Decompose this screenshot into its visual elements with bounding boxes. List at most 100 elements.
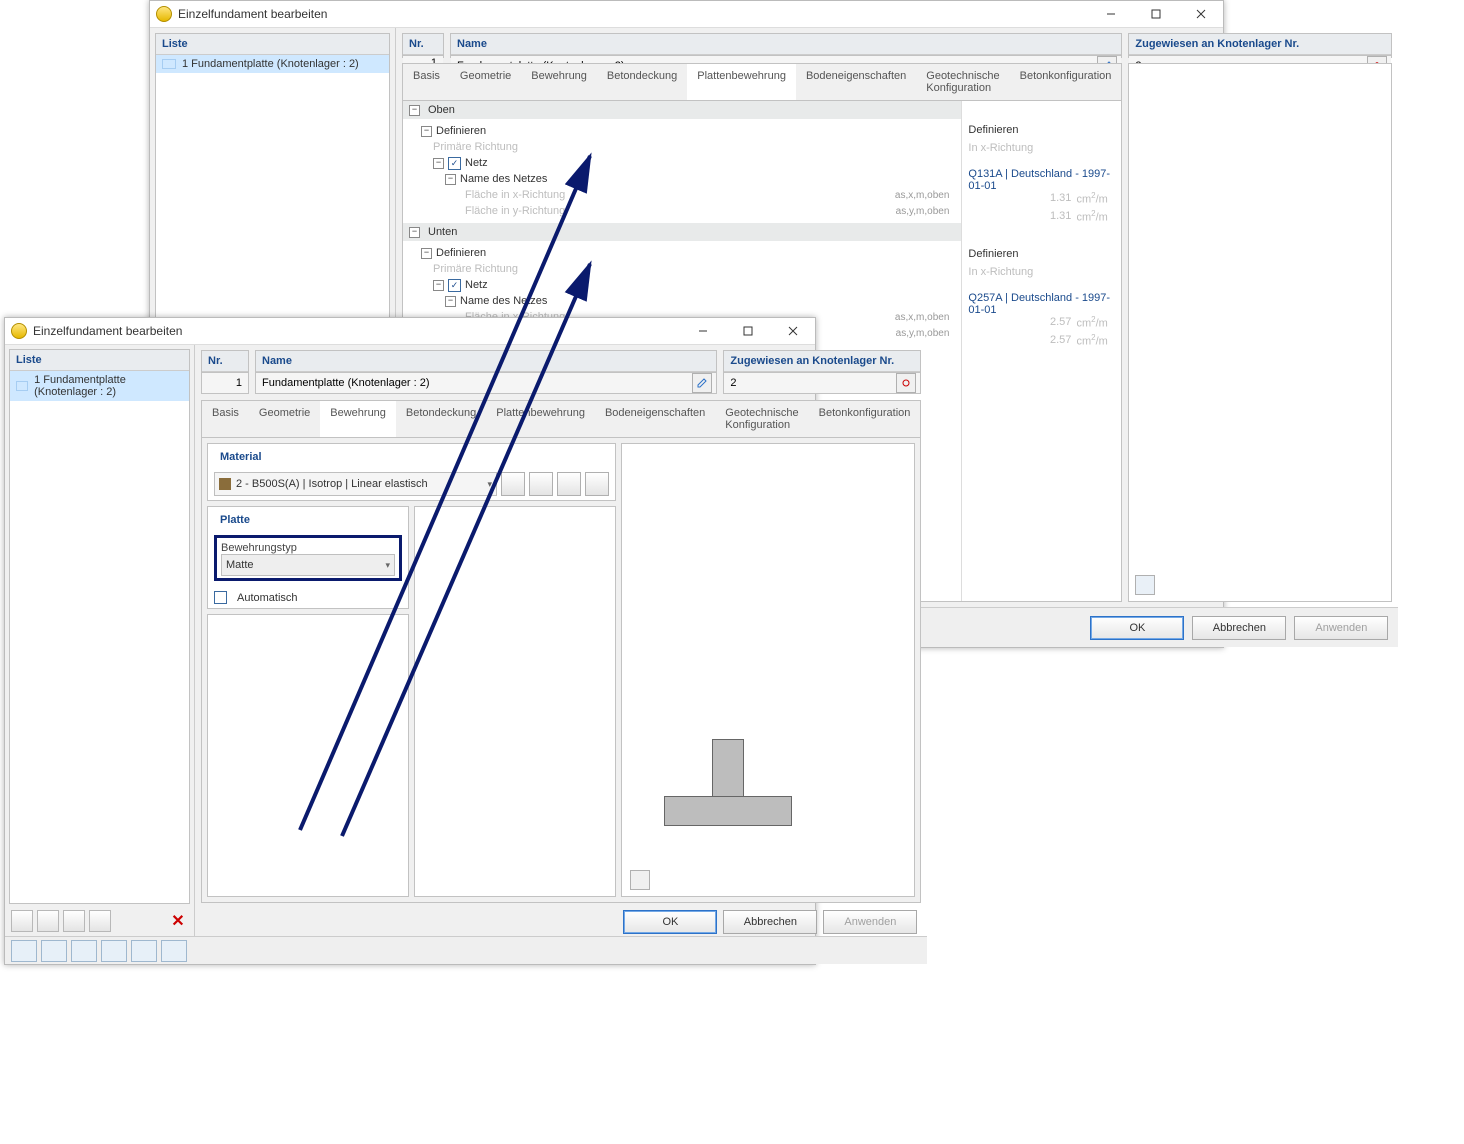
app-icon	[11, 323, 27, 339]
name-input[interactable]	[260, 376, 690, 390]
platte-box: Platte Bewehrungstyp Matte ▾ Automat	[207, 506, 409, 609]
minimize-button[interactable]	[680, 318, 725, 344]
preview-cell	[621, 443, 915, 897]
tab-geotech-konfig[interactable]: Geotechnische Konfiguration	[715, 401, 808, 437]
app-icon	[156, 6, 172, 22]
automatisch-label: Automatisch	[237, 592, 298, 604]
name-header: Name	[256, 351, 716, 372]
tab-bodeneigenschaften[interactable]: Bodeneigenschaften	[796, 64, 916, 100]
add-button[interactable]	[11, 910, 33, 932]
expander-icon[interactable]: −	[433, 280, 444, 291]
list-item-selected[interactable]: 1 Fundamentplatte (Knotenlager : 2)	[156, 55, 389, 73]
def-side-column: Definieren In x-Richtung Q131A | Deutsch…	[961, 101, 1121, 601]
assigned-pick-icon[interactable]	[896, 373, 916, 393]
back-titlebar: Einzelfundament bearbeiten	[150, 1, 1223, 28]
mesh-name-label: Name des Netzes	[460, 173, 547, 185]
nr-header: Nr.	[202, 351, 248, 372]
material-new-button[interactable]	[529, 472, 553, 496]
list-item-swatch	[16, 381, 28, 391]
maximize-button[interactable]	[725, 318, 770, 344]
preview-action-icon[interactable]	[630, 870, 650, 890]
liste-header: Liste	[156, 34, 389, 55]
tab-bodeneigenschaften[interactable]: Bodeneigenschaften	[595, 401, 715, 437]
close-button[interactable]	[1178, 1, 1223, 27]
tab-bewehrung[interactable]: Bewehrung	[320, 401, 396, 438]
list-item-text: 1 Fundamentplatte (Knotenlager : 2)	[34, 374, 183, 398]
netz-checkbox-top[interactable]	[448, 157, 461, 170]
platte-label: Platte	[214, 511, 402, 529]
chevron-down-icon: ▾	[487, 479, 492, 490]
uncheck-button[interactable]	[89, 910, 111, 932]
copy-button[interactable]	[37, 910, 59, 932]
list-item-selected[interactable]: 1 Fundamentplatte (Knotenlager : 2)	[10, 371, 189, 401]
footer-icon-3[interactable]	[71, 940, 97, 962]
window-title: Einzelfundament bearbeiten	[33, 324, 680, 338]
back-preview	[1128, 63, 1392, 602]
assigned-input[interactable]	[728, 376, 894, 390]
tab-plattenbewehrung[interactable]: Plattenbewehrung	[486, 401, 595, 437]
liste-header: Liste	[10, 350, 189, 371]
tab-betonkonfig[interactable]: Betonkonfiguration	[809, 401, 921, 437]
tab-betonkonfig[interactable]: Betonkonfiguration	[1010, 64, 1122, 100]
expander-icon[interactable]: −	[445, 296, 456, 307]
material-library-button[interactable]	[501, 472, 525, 496]
material-copy-button[interactable]	[557, 472, 581, 496]
material-swatch-icon	[219, 478, 231, 490]
tab-betondeckung[interactable]: Betondeckung	[396, 401, 486, 437]
material-box: Material 2 - B500S(A) | Isotrop | Linear…	[207, 443, 616, 501]
list-toolbar: ✕	[5, 908, 194, 934]
nr-value[interactable]	[206, 376, 244, 390]
apply-button[interactable]: Anwenden	[1294, 616, 1388, 640]
tab-geometrie[interactable]: Geometrie	[450, 64, 521, 100]
expander-icon[interactable]: −	[445, 174, 456, 185]
expander-icon[interactable]: −	[421, 248, 432, 259]
expander-icon[interactable]: −	[409, 227, 420, 238]
mesh-sel-top[interactable]: Q131A | Deutschland - 1997-01-01	[968, 171, 1115, 189]
tab-geometrie[interactable]: Geometrie	[249, 401, 320, 437]
bottom-empty-cell	[207, 614, 409, 897]
cancel-button[interactable]: Abbrechen	[723, 910, 817, 934]
group-oben-header[interactable]: − Oben	[403, 101, 961, 119]
tab-geotech-konfig[interactable]: Geotechnische Konfiguration	[916, 64, 1009, 100]
expander-icon[interactable]: −	[433, 158, 444, 169]
minimize-button[interactable]	[1088, 1, 1133, 27]
material-edit-button[interactable]	[585, 472, 609, 496]
delete-button[interactable]: ✕	[168, 911, 188, 931]
group-unten-header[interactable]: − Unten	[403, 223, 961, 241]
footer-icon-2[interactable]	[41, 940, 67, 962]
check-button[interactable]	[63, 910, 85, 932]
app-footer	[5, 936, 927, 964]
netz-checkbox-bot[interactable]	[448, 279, 461, 292]
bewehrungstyp-select[interactable]: Matte ▾	[221, 554, 395, 576]
tab-bewehrung[interactable]: Bewehrung	[521, 64, 597, 100]
tab-basis[interactable]: Basis	[403, 64, 450, 100]
front-titlebar: Einzelfundament bearbeiten	[5, 318, 815, 345]
bewehrungstyp-label: Bewehrungstyp	[221, 542, 395, 554]
footer-icon-1[interactable]	[11, 940, 37, 962]
cancel-button[interactable]: Abbrechen	[1192, 616, 1286, 640]
footer-icon-6[interactable]	[161, 940, 187, 962]
assigned-header: Zugewiesen an Knotenlager Nr.	[724, 351, 920, 372]
window-title: Einzelfundament bearbeiten	[178, 7, 1088, 21]
foundation-sketch	[664, 739, 792, 826]
mesh-sel-bot[interactable]: Q257A | Deutschland - 1997-01-01	[968, 295, 1115, 313]
expander-icon[interactable]: −	[421, 126, 432, 137]
tab-plattenbewehrung[interactable]: Plattenbewehrung	[687, 64, 796, 101]
footer-icon-5[interactable]	[131, 940, 157, 962]
ok-button[interactable]: OK	[1090, 616, 1184, 640]
automatisch-checkbox[interactable]	[214, 591, 227, 604]
ok-button[interactable]: OK	[623, 910, 717, 934]
chevron-down-icon: ▾	[385, 560, 390, 571]
expander-icon[interactable]: −	[409, 105, 420, 116]
preview-action-icon[interactable]	[1135, 575, 1155, 595]
name-edit-icon[interactable]	[692, 373, 712, 393]
tab-basis[interactable]: Basis	[202, 401, 249, 437]
assigned-header: Zugewiesen an Knotenlager Nr.	[1129, 34, 1391, 55]
maximize-button[interactable]	[1133, 1, 1178, 27]
primary-direction-label: Primäre Richtung	[433, 141, 518, 153]
material-select[interactable]: 2 - B500S(A) | Isotrop | Linear elastisc…	[214, 472, 497, 496]
tab-betondeckung[interactable]: Betondeckung	[597, 64, 687, 100]
footer-icon-4[interactable]	[101, 940, 127, 962]
apply-button[interactable]: Anwenden	[823, 910, 917, 934]
close-button[interactable]	[770, 318, 815, 344]
